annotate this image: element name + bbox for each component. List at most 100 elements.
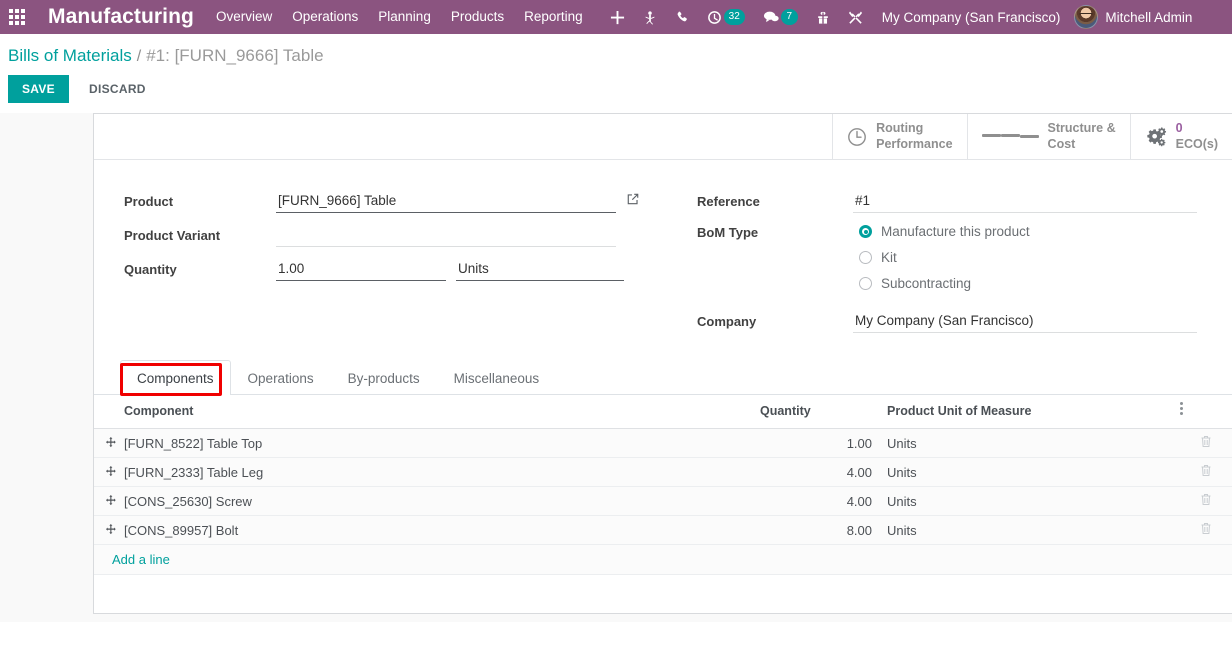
delete-row-icon[interactable]: [1200, 435, 1212, 448]
company-switcher[interactable]: My Company (San Francisco): [872, 10, 1071, 25]
header-component[interactable]: Component: [124, 395, 760, 429]
gift-icon[interactable]: [807, 0, 839, 34]
form-column-left: Product [FURN_9666] Table Product Varian…: [94, 186, 663, 333]
radio-option-kit[interactable]: Kit: [853, 245, 1232, 271]
field-label-company: Company: [697, 314, 757, 329]
table-row[interactable]: [CONS_89957] Bolt 8.00 Units: [94, 515, 1232, 545]
radio-label-kit: Kit: [881, 250, 897, 265]
radio-button-manufacture[interactable]: [859, 225, 872, 238]
stat-label-structure-cost: Structure & Cost: [1048, 121, 1116, 152]
form-sheet: Routing Performance Structure & Cost 0 E…: [93, 113, 1232, 614]
tab-by-products[interactable]: By-products: [331, 360, 437, 395]
cell-uom[interactable]: Units: [880, 486, 1180, 516]
field-label-product-variant: Product Variant: [124, 228, 221, 243]
reference-input[interactable]: #1: [853, 192, 1197, 213]
radio-button-subcontracting[interactable]: [859, 277, 872, 290]
cell-quantity[interactable]: 8.00: [760, 515, 880, 545]
top-navbar: Manufacturing Overview Operations Planni…: [0, 0, 1232, 34]
table-row[interactable]: [CONS_25630] Screw 4.00 Units: [94, 486, 1232, 516]
delete-row-icon[interactable]: [1200, 464, 1212, 477]
menu-item-reporting[interactable]: Reporting: [514, 0, 593, 34]
cell-uom[interactable]: Units: [880, 515, 1180, 545]
plus-icon[interactable]: [601, 0, 634, 34]
cell-quantity[interactable]: 1.00: [760, 428, 880, 458]
radio-option-manufacture[interactable]: Manufacture this product: [853, 219, 1232, 245]
add-a-line-link[interactable]: Add a line: [94, 545, 1232, 574]
discard-button[interactable]: DISCARD: [75, 75, 160, 103]
breadcrumb: Bills of Materials / #1: [FURN_9666] Table: [0, 34, 1232, 66]
breadcrumb-current: #1: [FURN_9666] Table: [146, 46, 324, 65]
user-menu[interactable]: Mitchell Admin: [1070, 5, 1200, 29]
save-button[interactable]: SAVE: [8, 75, 69, 103]
external-link-icon[interactable]: [626, 192, 640, 211]
table-row[interactable]: [FURN_8522] Table Top 1.00 Units: [94, 428, 1232, 458]
field-bom-type: BoM Type Manufacture this product Kit Su…: [697, 217, 1232, 297]
header-quantity[interactable]: Quantity: [760, 395, 880, 429]
radio-button-kit[interactable]: [859, 251, 872, 264]
drag-handle-icon[interactable]: [106, 523, 117, 535]
components-table: Component Quantity Product Unit of Measu…: [94, 395, 1232, 575]
stat-button-structure-cost[interactable]: Structure & Cost: [966, 114, 1130, 159]
menu-item-products[interactable]: Products: [441, 0, 514, 34]
field-product-variant: Product Variant: [124, 220, 663, 247]
stat-line1: Structure &: [1047, 120, 1116, 135]
stat-button-box: Routing Performance Structure & Cost 0 E…: [94, 114, 1232, 160]
cell-component[interactable]: [FURN_2333] Table Leg: [124, 457, 760, 487]
main-menu: Overview Operations Planning Products Re…: [206, 0, 593, 34]
field-label-reference: Reference: [697, 194, 760, 209]
uom-input[interactable]: Units: [456, 260, 624, 281]
stat-button-ecos[interactable]: 0 ECO(s): [1129, 114, 1232, 159]
stat-label-routing-performance: Routing Performance: [876, 121, 952, 152]
cell-uom[interactable]: Units: [880, 428, 1180, 458]
stat-button-routing-performance[interactable]: Routing Performance: [832, 114, 966, 159]
table-row[interactable]: [FURN_2333] Table Leg 4.00 Units: [94, 457, 1232, 487]
gears-icon: [1145, 127, 1167, 147]
field-quantity: Quantity 1.00 Units: [124, 254, 663, 281]
header-uom[interactable]: Product Unit of Measure: [880, 395, 1180, 429]
bug-icon[interactable]: [634, 0, 666, 34]
breadcrumb-separator: /: [136, 48, 142, 65]
cell-component[interactable]: [CONS_89957] Bolt: [124, 515, 760, 545]
delete-row-icon[interactable]: [1200, 522, 1212, 535]
company-input[interactable]: My Company (San Francisco): [853, 312, 1197, 333]
menu-item-overview[interactable]: Overview: [206, 0, 282, 34]
stat-line2: ECO(s): [1175, 136, 1218, 151]
drag-handle-icon[interactable]: [106, 494, 117, 506]
radio-label-subcontracting: Subcontracting: [881, 276, 972, 291]
add-line-row[interactable]: Add a line: [94, 544, 1232, 575]
product-variant-input[interactable]: [276, 226, 616, 247]
form-group: Product [FURN_9666] Table Product Varian…: [94, 186, 1232, 333]
radio-option-subcontracting[interactable]: Subcontracting: [853, 271, 1232, 297]
cell-uom[interactable]: Units: [880, 457, 1180, 487]
table-header-row: Component Quantity Product Unit of Measu…: [94, 395, 1232, 429]
phone-icon[interactable]: [666, 0, 698, 34]
cell-quantity[interactable]: 4.00: [760, 486, 880, 516]
cell-component[interactable]: [CONS_25630] Screw: [124, 486, 760, 516]
stat-line2: Performance: [876, 136, 953, 151]
product-input[interactable]: [FURN_9666] Table: [276, 192, 616, 213]
cell-component[interactable]: [FURN_8522] Table Top: [124, 428, 760, 458]
stat-line2: Cost: [1047, 136, 1076, 151]
tab-miscellaneous[interactable]: Miscellaneous: [437, 360, 557, 395]
drag-handle-icon[interactable]: [106, 436, 117, 448]
apps-grid-icon: [9, 9, 25, 25]
field-label-bom-type: BoM Type: [697, 225, 759, 240]
tab-operations[interactable]: Operations: [231, 360, 331, 395]
breadcrumb-root-link[interactable]: Bills of Materials: [8, 46, 132, 65]
cell-quantity[interactable]: 4.00: [760, 457, 880, 487]
field-product: Product [FURN_9666] Table: [124, 186, 663, 213]
apps-menu-toggle[interactable]: [0, 0, 34, 34]
messages-icon[interactable]: 7: [754, 0, 807, 34]
optional-columns-dropdown[interactable]: [1180, 395, 1232, 429]
menu-item-planning[interactable]: Planning: [368, 0, 441, 34]
activity-counter-badge: 32: [723, 9, 745, 25]
tools-icon[interactable]: [839, 0, 872, 34]
menu-item-operations[interactable]: Operations: [282, 0, 368, 34]
tab-components[interactable]: Components: [120, 360, 231, 395]
radio-label-manufacture: Manufacture this product: [881, 224, 1030, 239]
quantity-input[interactable]: 1.00: [276, 260, 446, 281]
drag-handle-icon[interactable]: [106, 465, 117, 477]
app-brand-title[interactable]: Manufacturing: [34, 5, 206, 29]
delete-row-icon[interactable]: [1200, 493, 1212, 506]
activity-clock-icon[interactable]: 32: [698, 0, 754, 34]
